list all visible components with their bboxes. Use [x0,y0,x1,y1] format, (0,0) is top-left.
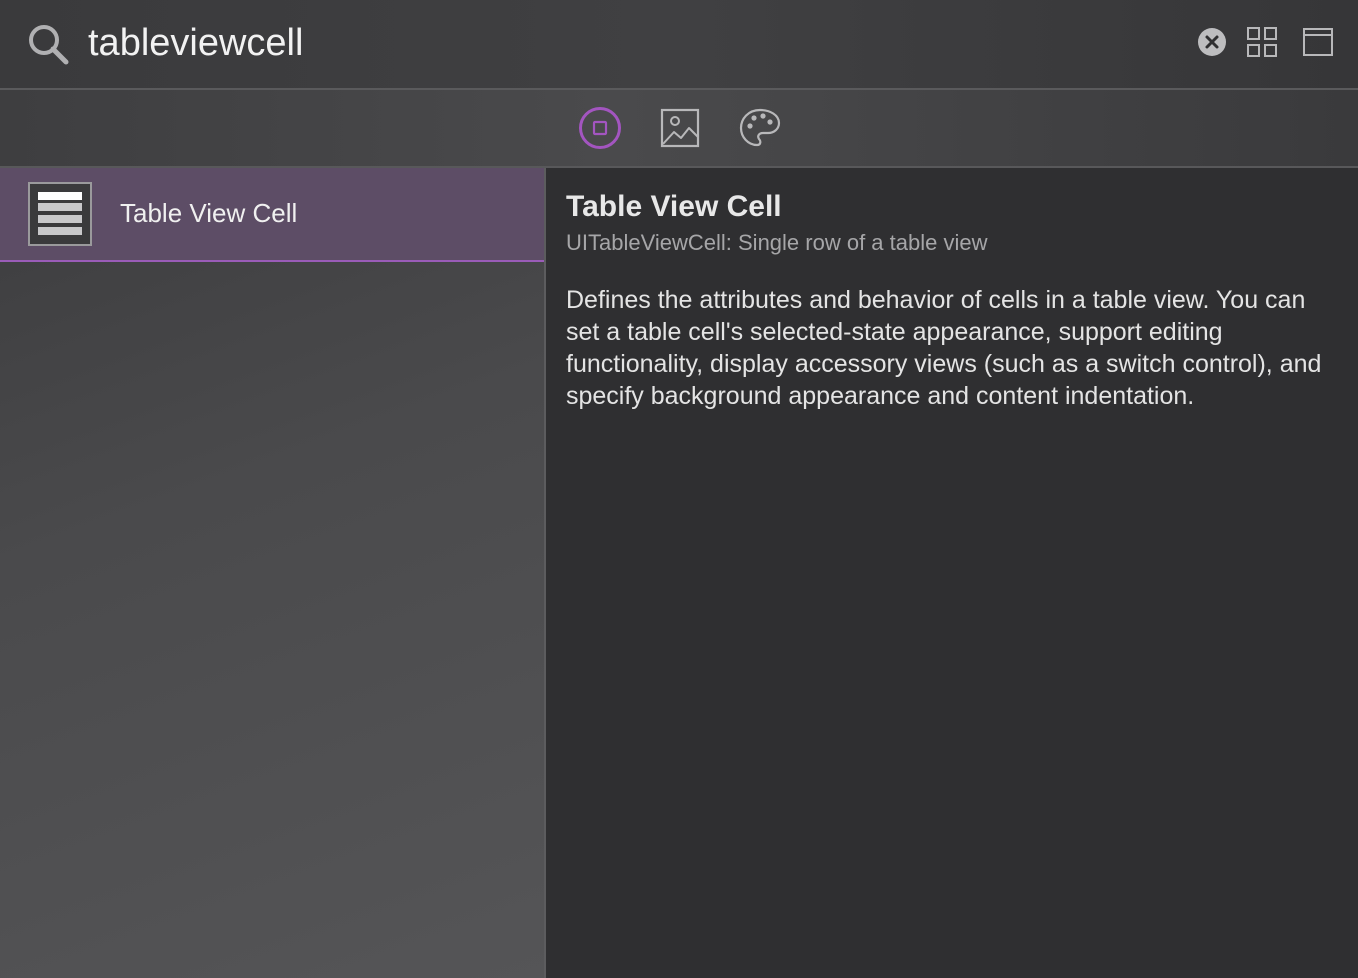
results-list: Table View Cell [0,168,546,978]
detail-title: Table View Cell [566,190,782,223]
list-item-label: Table View Cell [120,198,298,228]
table-view-cell-icon [28,182,92,246]
grid-view-icon[interactable] [1246,26,1278,58]
clear-circle-icon[interactable] [1197,27,1227,57]
media-library-icon[interactable] [658,106,702,150]
search-bar [0,0,1358,90]
library-filter-bar [0,90,1358,168]
detail-subtitle: UITableViewCell: Single row of a table v… [566,230,988,255]
search-icon [29,25,69,65]
objects-library-icon[interactable] [578,106,622,150]
list-item[interactable]: Table View Cell [0,168,544,262]
detail-description: Defines the attributes and behavior of c… [566,286,1322,410]
detail-panel: Table View Cell UITableViewCell: Single … [546,168,1358,978]
color-palette-icon[interactable] [738,106,782,150]
search-input[interactable] [88,16,1168,70]
window-panel-icon[interactable] [1302,26,1334,58]
